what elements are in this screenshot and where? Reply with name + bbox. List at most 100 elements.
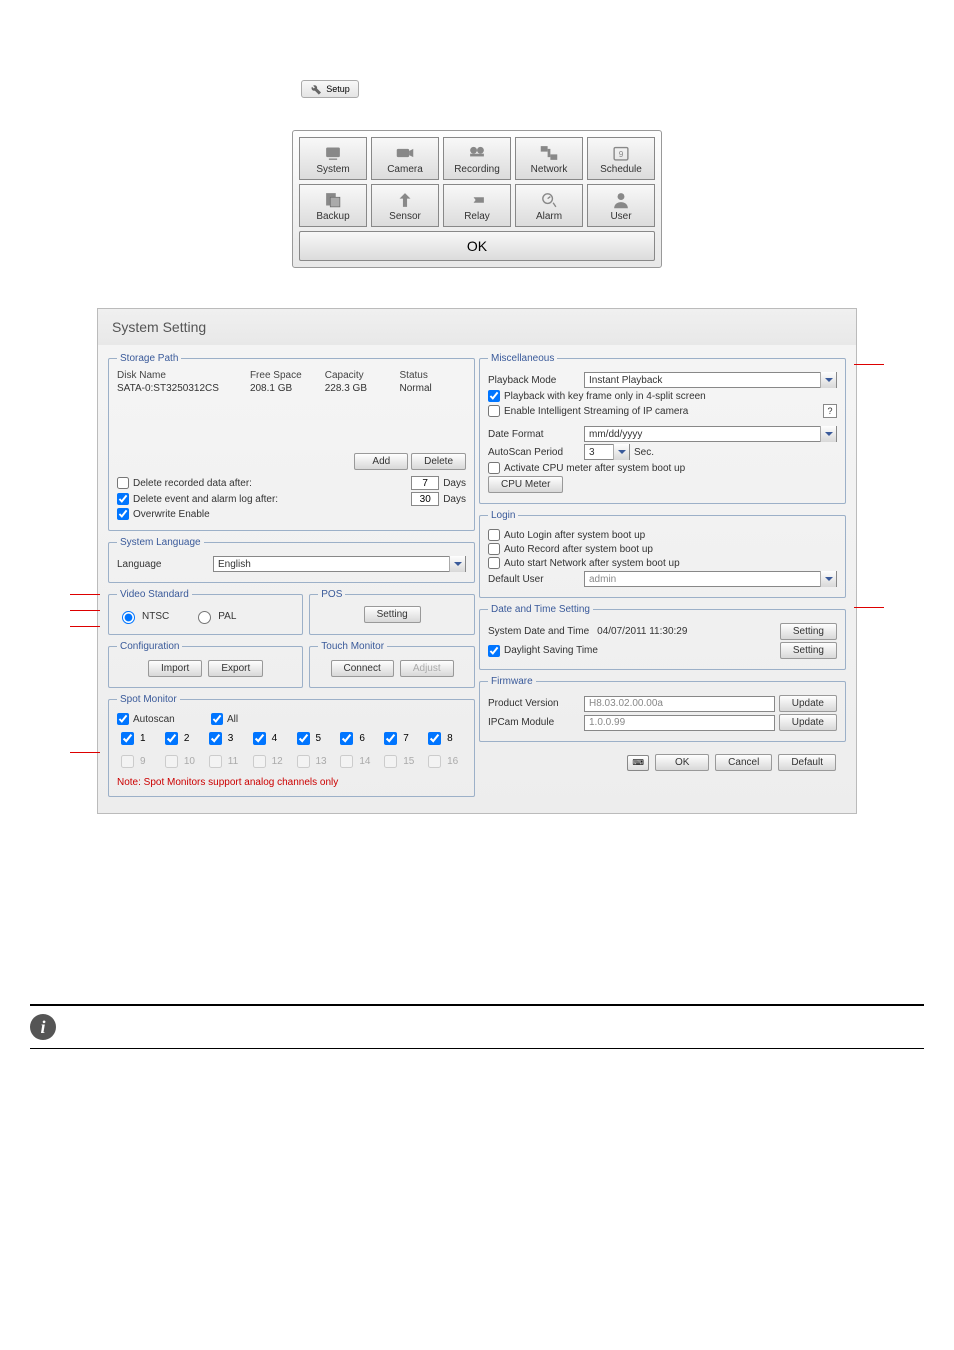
menu-system[interactable]: System <box>299 137 367 180</box>
setup-button-label: Setup <box>326 84 350 94</box>
recording-icon <box>464 142 490 164</box>
system-language-group: System Language Language English <box>108 537 475 583</box>
playback-mode-label: Playback Mode <box>488 375 580 386</box>
menu-alarm[interactable]: Alarm <box>515 184 583 227</box>
menu-relay[interactable]: Relay <box>443 184 511 227</box>
spot-5[interactable]: 5 <box>293 729 335 748</box>
info-icon: i <box>30 1014 56 1040</box>
callout-line <box>70 594 100 595</box>
date-time-group: Date and Time Setting System Date and Ti… <box>479 604 846 670</box>
spot-monitor-group: Spot Monitor Autoscan All 1 2 3 4 5 6 7 … <box>108 694 475 797</box>
login-group: Login Auto Login after system boot up Au… <box>479 510 846 598</box>
menu-label: Relay <box>464 211 490 222</box>
spot-6[interactable]: 6 <box>336 729 378 748</box>
delete-button[interactable]: Delete <box>411 453 466 470</box>
auto-login-checkbox[interactable]: Auto Login after system boot up <box>488 529 645 541</box>
product-update-button[interactable]: Update <box>779 695 837 712</box>
cpu-meter-button[interactable]: CPU Meter <box>488 476 563 493</box>
miscellaneous-group: Miscellaneous Playback Mode Instant Play… <box>479 353 846 504</box>
menu-recording[interactable]: Recording <box>443 137 511 180</box>
dst-setting-button[interactable]: Setting <box>780 642 837 659</box>
spot-14: 14 <box>336 752 378 771</box>
keyboard-icon[interactable]: ⌨ <box>627 755 649 771</box>
overwrite-checkbox[interactable]: Overwrite Enable <box>117 508 210 520</box>
language-label: Language <box>117 559 209 570</box>
system-icon <box>320 142 346 164</box>
spot-7[interactable]: 7 <box>380 729 422 748</box>
default-user-combo[interactable]: admin <box>584 571 837 587</box>
spot-13: 13 <box>293 752 335 771</box>
export-button[interactable]: Export <box>208 660 263 677</box>
autoscan-checkbox[interactable]: Autoscan <box>117 713 207 725</box>
keyframe-checkbox[interactable]: Playback with key frame only in 4-split … <box>488 390 706 402</box>
import-button[interactable]: Import <box>148 660 202 677</box>
system-setting-window: System Setting Storage Path Disk Name Fr… <box>97 308 857 814</box>
pos-group: POS Setting <box>309 589 475 635</box>
delete-event-checkbox[interactable]: Delete event and alarm log after: <box>117 493 278 505</box>
help-button[interactable]: ? <box>823 404 837 418</box>
group-legend: Miscellaneous <box>488 353 557 364</box>
playback-mode-combo[interactable]: Instant Playback <box>584 372 837 388</box>
auto-network-checkbox[interactable]: Auto start Network after system boot up <box>488 557 680 569</box>
cancel-button[interactable]: Cancel <box>715 754 772 771</box>
datetime-setting-button[interactable]: Setting <box>780 623 837 640</box>
camera-icon <box>392 142 418 164</box>
chevron-down-icon <box>820 372 836 388</box>
disk-row[interactable]: SATA-0:ST3250312CS 208.1 GB 228.3 GB Nor… <box>117 383 466 394</box>
autoscan-period-combo[interactable]: 3 <box>584 444 630 460</box>
date-format-combo[interactable]: mm/dd/yyyy <box>584 426 837 442</box>
spot-note: Note: Spot Monitors support analog chann… <box>117 777 466 788</box>
ipcam-module-field <box>584 715 775 731</box>
ipcam-update-button[interactable]: Update <box>779 714 837 731</box>
delete-event-days-input[interactable] <box>411 492 439 506</box>
schedule-icon: 9 <box>608 142 634 164</box>
pal-radio[interactable]: PAL <box>193 608 236 624</box>
menu-ok-button[interactable]: OK <box>299 231 655 261</box>
group-legend: System Language <box>117 537 204 548</box>
delete-recorded-checkbox[interactable]: Delete recorded data after: <box>117 477 252 489</box>
spot-grid-active: 1 2 3 4 5 6 7 8 <box>117 729 466 748</box>
chevron-down-icon <box>449 556 465 572</box>
callout-line <box>854 364 884 365</box>
menu-sensor[interactable]: Sensor <box>371 184 439 227</box>
add-button[interactable]: Add <box>354 453 408 470</box>
menu-label: Camera <box>387 164 423 175</box>
setup-button[interactable]: Setup <box>301 80 359 98</box>
video-standard-group: Video Standard NTSC PAL <box>108 589 303 635</box>
delete-recorded-days-input[interactable] <box>411 476 439 490</box>
default-button[interactable]: Default <box>778 754 836 771</box>
group-legend: Touch Monitor <box>318 641 387 652</box>
cpu-activate-checkbox[interactable]: Activate CPU meter after system boot up <box>488 462 685 474</box>
spot-all-checkbox[interactable]: All <box>211 713 238 725</box>
auto-record-checkbox[interactable]: Auto Record after system boot up <box>488 543 653 555</box>
group-legend: Date and Time Setting <box>488 604 593 615</box>
dst-checkbox[interactable]: Daylight Saving Time <box>488 645 598 657</box>
spot-12: 12 <box>249 752 291 771</box>
spot-2[interactable]: 2 <box>161 729 203 748</box>
menu-label: System <box>316 164 349 175</box>
menu-backup[interactable]: Backup <box>299 184 367 227</box>
pos-setting-button[interactable]: Setting <box>364 606 421 623</box>
ipcam-module-label: IPCam Module <box>488 717 580 728</box>
ok-button[interactable]: OK <box>655 754 709 771</box>
group-legend: Firmware <box>488 676 536 687</box>
spot-8[interactable]: 8 <box>424 729 466 748</box>
footer-info-bar: i <box>30 1004 924 1049</box>
menu-schedule[interactable]: 9 Schedule <box>587 137 655 180</box>
menu-network[interactable]: Network <box>515 137 583 180</box>
intelligent-checkbox[interactable]: Enable Intelligent Streaming of IP camer… <box>488 405 688 417</box>
menu-camera[interactable]: Camera <box>371 137 439 180</box>
spot-4[interactable]: 4 <box>249 729 291 748</box>
spot-1[interactable]: 1 <box>117 729 159 748</box>
spot-3[interactable]: 3 <box>205 729 247 748</box>
menu-label: Alarm <box>536 211 562 222</box>
group-legend: Login <box>488 510 518 521</box>
wrench-icon <box>310 83 322 95</box>
system-date-time-label: System Date and Time <box>488 626 589 637</box>
group-legend: Configuration <box>117 641 182 652</box>
ntsc-radio[interactable]: NTSC <box>117 608 169 624</box>
menu-user[interactable]: User <box>587 184 655 227</box>
connect-button[interactable]: Connect <box>331 660 394 677</box>
language-combo[interactable]: English <box>213 556 466 572</box>
disk-table-header: Disk Name Free Space Capacity Status <box>117 370 466 381</box>
